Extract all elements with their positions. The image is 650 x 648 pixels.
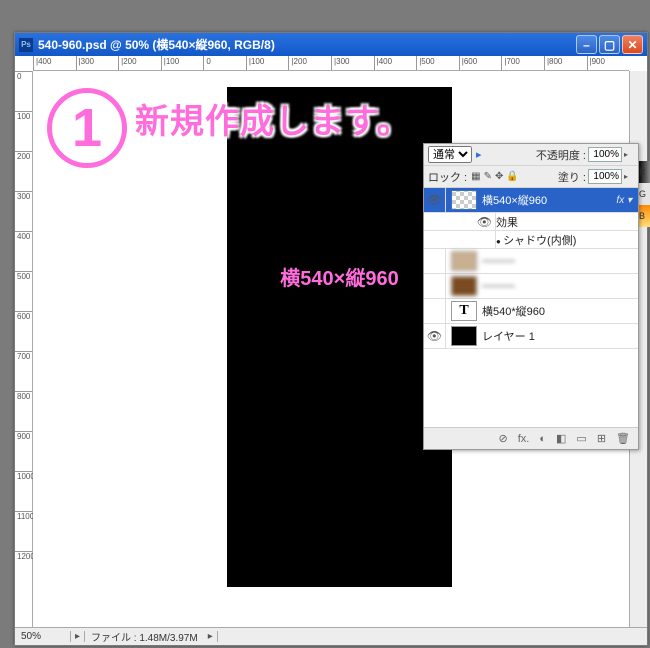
swatch-r[interactable]: R — [638, 161, 650, 183]
trash-icon[interactable]: 🗑 — [616, 432, 630, 445]
status-arrow-icon[interactable]: ▸ — [71, 631, 85, 642]
layers-panel[interactable]: 通常 ▸ 不透明度 : ▸ ロック : ▦ ✎ ✥ 🔒 塗り : ▸ 👁 横54… — [423, 143, 639, 450]
layer-name: ——— — [482, 255, 638, 267]
inner-shadow-label: シャドウ(内側) — [496, 232, 638, 248]
layer-thumb[interactable] — [451, 276, 477, 296]
layer-thumb[interactable] — [451, 190, 477, 210]
swatch-b[interactable]: B — [638, 205, 650, 227]
layer-name[interactable]: 横540*縦960 — [482, 303, 638, 319]
visibility-toggle[interactable] — [474, 231, 496, 248]
visibility-toggle[interactable]: 👁 — [474, 213, 496, 230]
inner-shadow-row[interactable]: シャドウ(内側) — [424, 231, 638, 249]
effects-row[interactable]: 👁 効果 — [424, 213, 638, 231]
visibility-toggle[interactable]: 👁 — [424, 188, 446, 212]
layer-thumb[interactable] — [451, 251, 477, 271]
adjustment-icon[interactable]: ◧ — [556, 432, 566, 445]
minimize-button[interactable]: – — [576, 35, 597, 54]
lock-move-icon[interactable]: ✥ — [495, 171, 503, 182]
window-title: 540-960.psd @ 50% (横540×縦960, RGB/8) — [38, 36, 576, 53]
titlebar[interactable]: Ps 540-960.psd @ 50% (横540×縦960, RGB/8) … — [15, 33, 647, 56]
layer-name: ——— — [482, 280, 638, 292]
artboard[interactable]: 横540×縦960 — [227, 87, 452, 587]
status-bar: 50% ▸ ファイル : 1.48M/3.97M ▸ — [15, 627, 647, 645]
maximize-button[interactable]: ▢ — [599, 35, 620, 54]
layer-row[interactable]: ——— — [424, 249, 638, 274]
layer-row[interactable]: T 横540*縦960 — [424, 299, 638, 324]
lock-label: ロック : — [428, 169, 467, 185]
visibility-toggle[interactable] — [424, 274, 446, 298]
opacity-stepper-icon[interactable]: ▸ — [624, 150, 634, 159]
fill-stepper-icon[interactable]: ▸ — [624, 172, 634, 181]
app-icon: Ps — [19, 38, 33, 52]
fill-input[interactable] — [588, 169, 622, 184]
file-info: ファイル : 1.48M/3.97M — [85, 629, 198, 644]
visibility-toggle[interactable] — [424, 299, 446, 323]
layer-thumb[interactable] — [451, 326, 477, 346]
lock-trans-icon[interactable]: ▦ — [471, 171, 480, 182]
blend-row: 通常 ▸ 不透明度 : ▸ — [424, 144, 638, 166]
opacity-input[interactable] — [588, 147, 622, 162]
visibility-toggle[interactable]: 👁 — [424, 324, 446, 348]
lock-row: ロック : ▦ ✎ ✥ 🔒 塗り : ▸ — [424, 166, 638, 188]
effects-label: 効果 — [496, 214, 638, 230]
layer-list[interactable]: 👁 横540×縦960 fx ▾ 👁 効果 シャドウ(内側) ——— ——— T… — [424, 188, 638, 427]
fill-label: 塗り : — [558, 169, 586, 185]
layer-name[interactable]: 横540×縦960 — [482, 192, 616, 208]
new-layer-icon[interactable]: ⊞ — [597, 432, 606, 445]
type-layer-icon[interactable]: T — [451, 301, 477, 321]
artboard-text: 横540×縦960 — [227, 262, 452, 291]
ruler-horizontal: |400|300|200|1000|100|200|300|400|500|60… — [33, 56, 629, 71]
layer-name[interactable]: レイヤー 1 — [482, 328, 638, 344]
ruler-vertical: 0100200300400500600700800900100011001200 — [15, 71, 33, 627]
lock-paint-icon[interactable]: ✎ — [484, 171, 492, 182]
swatch-g[interactable]: G — [638, 183, 650, 205]
fx-menu-icon[interactable]: fx. — [518, 433, 530, 445]
close-button[interactable]: ✕ — [622, 35, 643, 54]
dropdown-arrow-icon[interactable]: ▸ — [476, 148, 486, 161]
panel-footer: ⊘ fx. ◐ ◧ ▭ ⊞ 🗑 — [424, 427, 638, 449]
layer-row[interactable]: ——— — [424, 274, 638, 299]
mask-icon[interactable]: ◐ — [539, 433, 546, 445]
link-layers-icon[interactable]: ⊘ — [499, 432, 508, 445]
annotation-step-circle: 1 — [47, 88, 127, 168]
status-arrow-icon[interactable]: ▸ — [204, 631, 218, 642]
lock-all-icon[interactable]: 🔒 — [506, 171, 518, 182]
layer-row[interactable]: 👁 レイヤー 1 — [424, 324, 638, 349]
opacity-label: 不透明度 : — [536, 147, 586, 163]
group-icon[interactable]: ▭ — [576, 432, 586, 445]
zoom-display[interactable]: 50% — [15, 631, 71, 642]
lock-icons[interactable]: ▦ ✎ ✥ 🔒 — [471, 171, 519, 182]
fx-badge[interactable]: fx ▾ — [616, 195, 632, 206]
color-swatches: R G B — [638, 161, 650, 227]
annotation-text: 新規作成します。 — [135, 94, 412, 143]
blend-mode-select[interactable]: 通常 — [428, 146, 472, 163]
visibility-toggle[interactable] — [424, 249, 446, 273]
layer-row-selected[interactable]: 👁 横540×縦960 fx ▾ — [424, 188, 638, 213]
